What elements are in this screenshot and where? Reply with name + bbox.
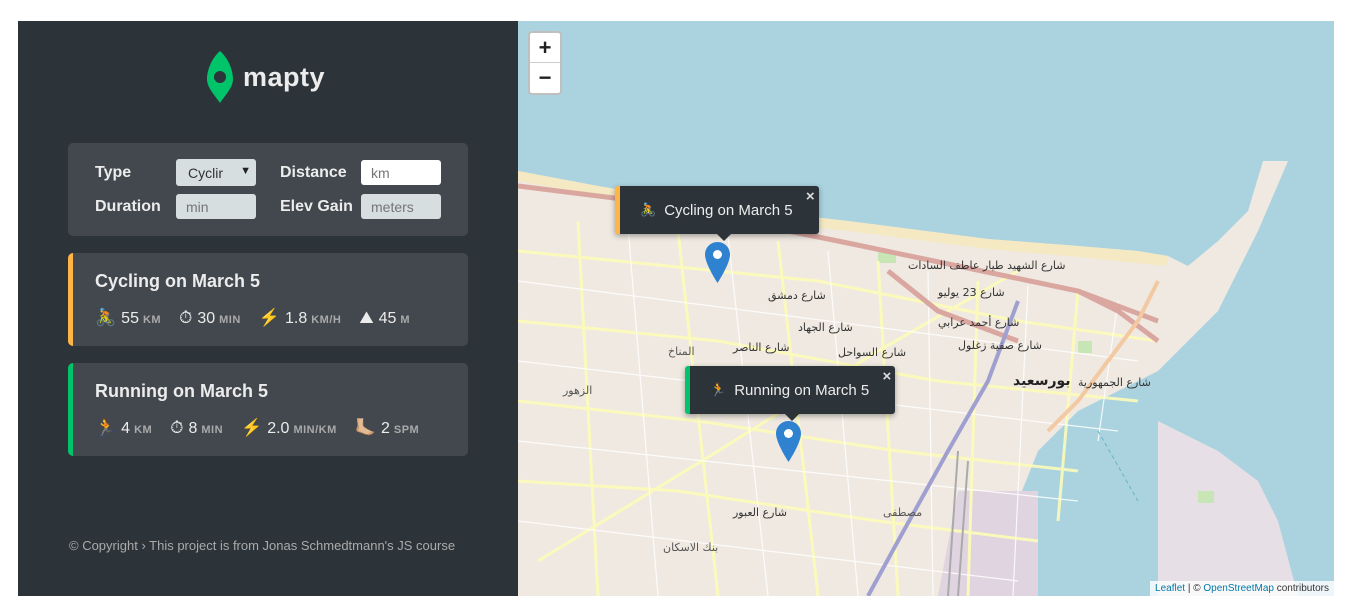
map-attribution: Leaflet | © OpenStreetMap contributors	[1150, 581, 1334, 596]
popup-tip	[716, 233, 732, 241]
duration-value: 8	[188, 420, 198, 437]
bicycle-icon: 🚴	[95, 308, 117, 327]
street-label: شارع 23 يوليو	[938, 286, 1005, 299]
street-label: شارع الشهيد طيار عاطف السادات	[908, 259, 1066, 272]
type-select[interactable]: Cyclir ▼	[176, 159, 256, 186]
close-icon[interactable]: ×	[883, 368, 892, 385]
distance-unit: km	[134, 424, 153, 436]
stopwatch-icon: ⏱	[179, 308, 193, 327]
street-label: شارع أحمد عرابي	[938, 316, 1020, 329]
map-marker-icon[interactable]	[776, 421, 801, 462]
foot-icon: 🦶🏼	[354, 418, 376, 437]
workout-title: Running on March 5	[95, 381, 268, 401]
zoom-control: + −	[528, 31, 562, 95]
workout-item-running[interactable]: Running on March 5 🏃 4 km ⏱ 8 min ⚡️ 2.0…	[68, 363, 468, 456]
workout-item-cycling[interactable]: Cycling on March 5 🚴 55 km ⏱ 30 min ⚡️ 1…	[68, 253, 468, 346]
logo: mapty	[205, 51, 325, 103]
osm-link[interactable]: OpenStreetMap	[1203, 583, 1274, 594]
close-icon[interactable]: ×	[806, 188, 815, 205]
street-label: شارع صفية زغلول	[958, 339, 1042, 352]
duration-input[interactable]	[176, 194, 256, 219]
elev-gain-label: Elev Gain	[280, 198, 353, 215]
pace-unit: min/km	[293, 424, 337, 436]
duration-label: Duration	[95, 198, 161, 215]
workout-title: Cycling on March 5	[95, 271, 261, 291]
pace-value: 2.0	[267, 420, 290, 437]
workout-distance: 🏃 4 km	[95, 418, 152, 438]
elev-gain-input[interactable]	[361, 194, 441, 219]
popup-running[interactable]: 🏃 Running on March 5 ×	[685, 366, 896, 421]
workout-distance: 🚴 55 km	[95, 308, 161, 328]
duration-value: 30	[197, 310, 216, 327]
workout-duration: ⏱ 30 min	[179, 308, 241, 328]
bicycle-icon: 🚴	[640, 202, 657, 217]
chevron-down-icon: ▼	[240, 165, 251, 177]
attribution-contributors: contributors	[1273, 583, 1329, 594]
city-label: بورسعيد	[1013, 373, 1071, 389]
type-select-value: Cyclir	[188, 164, 223, 181]
popup-text: Cycling on March 5	[664, 201, 793, 219]
zoom-in-button[interactable]: +	[530, 33, 560, 63]
attribution-sep: | ©	[1185, 583, 1204, 594]
street-label: شارع الناصر	[733, 341, 790, 354]
sidebar: mapty Type Cyclir ▼ Distance Duration El…	[18, 21, 518, 596]
map[interactable]: شارع الشهيد طيار عاطف السادات شارع 23 يو…	[518, 21, 1334, 596]
stopwatch-icon: ⏱	[170, 418, 184, 437]
distance-input[interactable]	[361, 160, 441, 185]
workout-speed: ⚡️ 1.8 km/h	[259, 308, 342, 328]
street-label: شارع الجهاد	[798, 321, 853, 334]
cadence-unit: spm	[393, 424, 420, 436]
type-label: Type	[95, 164, 132, 181]
logo-text: mapty	[243, 61, 326, 92]
popup-tip	[784, 413, 800, 421]
copyright: © Copyright › This project is from Jonas…	[69, 538, 456, 553]
workout-details: 🏃 4 km ⏱ 8 min ⚡️ 2.0 min/km 🦶🏼 2	[95, 418, 419, 438]
duration-unit: min	[219, 314, 241, 326]
map-marker-icon[interactable]	[705, 242, 730, 283]
elevation-value: 45	[378, 310, 397, 327]
distance-value: 55	[121, 310, 139, 327]
area-label: المناخ	[668, 345, 695, 358]
popup-cycling[interactable]: 🚴 Cycling on March 5 ×	[615, 186, 819, 241]
app-container: mapty Type Cyclir ▼ Distance Duration El…	[18, 21, 1334, 596]
workout-cadence: 🦶🏼 2 spm	[355, 418, 419, 438]
runner-icon: 🏃	[95, 418, 117, 437]
street-label: شارع السواحل	[838, 346, 907, 359]
speed-value: 1.8	[284, 310, 308, 327]
lightning-icon: ⚡️	[241, 418, 263, 437]
map-pin-icon	[207, 51, 233, 103]
distance-unit: km	[142, 314, 162, 326]
workout-elevation: ⛰ 45 m	[359, 308, 410, 328]
cadence-value: 2	[380, 420, 390, 437]
street-label: شارع الجمهورية	[1078, 376, 1151, 389]
workout-details: 🚴 55 km ⏱ 30 min ⚡️ 1.8 km/h ⛰ 45 m	[95, 308, 410, 328]
map-tiles	[518, 21, 1334, 596]
workout-duration: ⏱ 8 min	[170, 418, 223, 438]
distance-value: 4	[121, 420, 131, 437]
mountain-icon: ⛰	[359, 308, 374, 327]
runner-icon: 🏃	[710, 382, 727, 397]
street-label: شارع دمشق	[768, 289, 826, 302]
workout-pace: ⚡️ 2.0 min/km	[241, 418, 337, 438]
area-label: الزهور	[563, 384, 593, 397]
zoom-out-button[interactable]: −	[530, 63, 560, 93]
workout-form: Type Cyclir ▼ Distance Duration Elev Gai…	[68, 143, 468, 236]
elevation-unit: m	[400, 314, 411, 326]
speed-unit: km/h	[311, 314, 342, 326]
area-label: بنك الاسكان	[663, 541, 719, 554]
area-label: مصطفى	[883, 506, 923, 519]
popup-text: Running on March 5	[734, 381, 870, 399]
leaflet-link[interactable]: Leaflet	[1155, 583, 1185, 594]
duration-unit: min	[201, 424, 224, 436]
distance-label: Distance	[280, 164, 347, 181]
street-label: شارع العبور	[733, 506, 787, 519]
lightning-icon: ⚡️	[258, 308, 280, 327]
